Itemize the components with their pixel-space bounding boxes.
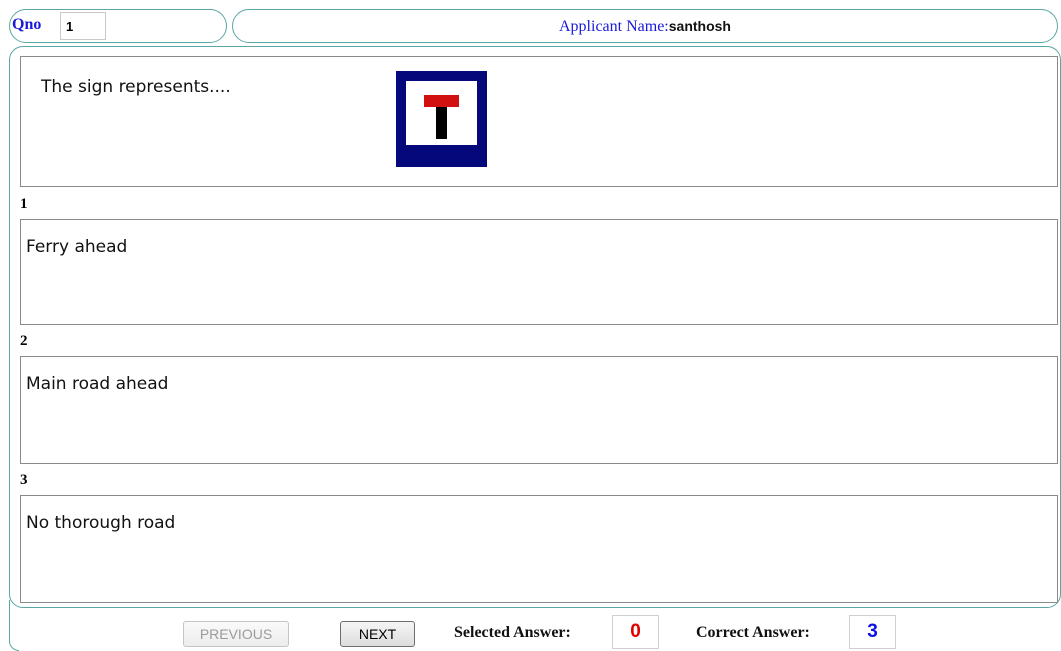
question-text: The sign represents.... bbox=[41, 77, 231, 97]
sign-t-stem bbox=[436, 107, 447, 139]
question-number-panel: Qno 1 bbox=[9, 9, 227, 43]
option-1-text: Ferry ahead bbox=[26, 237, 128, 257]
applicant-name-label: Applicant Name: bbox=[559, 18, 669, 35]
sign-t-bar bbox=[424, 95, 459, 107]
applicant-name-panel: Applicant Name:santhosh bbox=[232, 9, 1058, 43]
option-number-3: 3 bbox=[20, 472, 28, 488]
option-number-2: 2 bbox=[20, 333, 28, 349]
correct-answer-label: Correct Answer: bbox=[696, 624, 810, 641]
selected-answer-label: Selected Answer: bbox=[454, 624, 571, 641]
qno-input[interactable]: 1 bbox=[60, 12, 106, 40]
selected-answer-value: 0 bbox=[612, 615, 659, 649]
correct-answer-value: 3 bbox=[849, 615, 896, 649]
qno-label: Qno bbox=[12, 16, 42, 33]
option-number-1: 1 bbox=[20, 196, 28, 212]
next-button[interactable]: NEXT bbox=[340, 621, 415, 647]
sign-white-field bbox=[406, 81, 477, 145]
option-2[interactable]: Main road ahead bbox=[20, 356, 1058, 464]
applicant-name-value: santhosh bbox=[668, 18, 731, 34]
option-2-text: Main road ahead bbox=[26, 374, 169, 394]
t-road-sign-icon bbox=[396, 71, 487, 167]
option-3[interactable]: No thorough road bbox=[20, 495, 1058, 603]
option-3-text: No thorough road bbox=[26, 513, 176, 533]
previous-button[interactable]: PREVIOUS bbox=[183, 621, 289, 647]
option-1[interactable]: Ferry ahead bbox=[20, 219, 1058, 325]
outer-frame bbox=[9, 600, 19, 651]
question-box: The sign represents.... bbox=[20, 56, 1058, 187]
